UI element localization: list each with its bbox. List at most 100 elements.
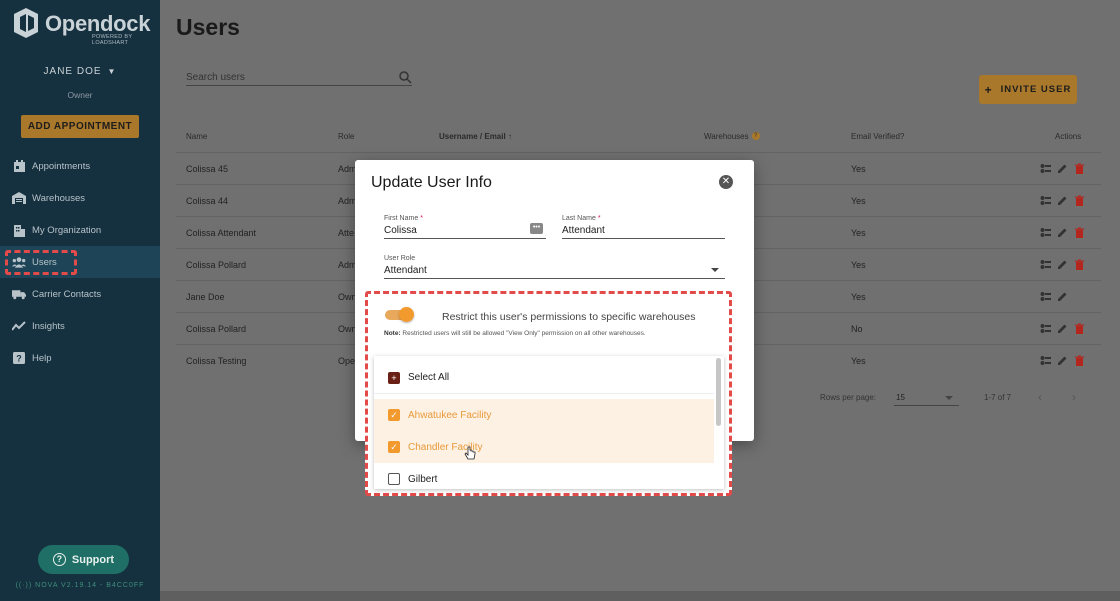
permissions-icon[interactable] [1040, 323, 1051, 334]
user-role-cell: Adm [338, 260, 357, 270]
version-label: ((·)) NOVA V2.19.14 - B4CC0FF [15, 582, 145, 589]
username-header-label: Username / Email [439, 132, 506, 141]
edit-icon[interactable] [1057, 323, 1068, 334]
sidebar-item-appointments[interactable]: Appointments [0, 150, 160, 182]
warehouse-option[interactable]: ✓ Ahwatukee Facility [374, 399, 714, 431]
permissions-icon[interactable] [1040, 259, 1051, 270]
sidebar-item-insights[interactable]: Insights [0, 310, 160, 342]
user-role: Owner [67, 90, 93, 100]
previous-page-icon[interactable]: ‹ [1038, 390, 1042, 404]
row-actions [1040, 259, 1088, 271]
row-actions [1040, 195, 1088, 207]
row-actions [1040, 163, 1088, 175]
edit-icon[interactable] [1057, 163, 1068, 174]
sidebar-item-label: Insights [32, 320, 65, 332]
edit-icon[interactable] [1057, 355, 1068, 366]
hand-cursor-icon [464, 446, 476, 460]
close-icon[interactable]: ✕ [719, 175, 733, 189]
delete-icon[interactable] [1074, 323, 1085, 334]
warehouse-option-label: Gilbert [408, 473, 438, 485]
checkbox-unchecked-icon[interactable] [388, 473, 400, 485]
opendock-logo[interactable]: Opendock POWERED BY LOADSHART [12, 8, 152, 46]
rows-per-page-label: Rows per page: [820, 393, 877, 402]
warehouse-option[interactable]: ✓ Chandler Facility [374, 431, 714, 463]
warehouses-header-label: Warehouses [704, 132, 749, 141]
sidebar-item-users[interactable]: Users [0, 246, 160, 278]
user-name-cell: Colissa 44 [186, 196, 229, 206]
edit-icon[interactable] [1057, 227, 1068, 238]
note-text: Restricted users will still be allowed "… [402, 330, 646, 337]
column-header-email-verified[interactable]: Email Verified? [851, 132, 904, 141]
restrict-label: Restrict this user's permissions to spec… [442, 311, 696, 323]
sidebar-item-my-organization[interactable]: My Organization [0, 214, 160, 246]
permissions-icon[interactable] [1040, 291, 1051, 302]
sidebar-item-warehouses[interactable]: Warehouses [0, 182, 160, 214]
permissions-icon[interactable] [1040, 163, 1051, 174]
permissions-icon[interactable] [1040, 227, 1051, 238]
select-all-label: Select All [408, 372, 450, 383]
warehouse-option[interactable]: Gilbert [374, 463, 714, 489]
modal-title: Update User Info [371, 174, 492, 191]
user-role-cell: Own [338, 324, 357, 334]
sidebar: Opendock POWERED BY LOADSHART JANE DOE ▼ … [0, 0, 160, 601]
user-role-select[interactable]: User Role Attendant [384, 255, 725, 279]
column-header-warehouses[interactable]: Warehouses? [704, 132, 760, 141]
delete-icon[interactable] [1074, 163, 1085, 174]
delete-icon[interactable] [1074, 259, 1085, 270]
checkbox-checked-icon[interactable]: ✓ [388, 409, 400, 421]
required-marker: * [597, 215, 601, 222]
required-marker: * [420, 215, 423, 222]
column-header-username[interactable]: Username / Email ↑ [439, 132, 512, 141]
search-input[interactable]: Search users [186, 70, 412, 86]
row-actions [1040, 227, 1088, 239]
chart-icon [12, 319, 26, 333]
sidebar-item-carrier-contacts[interactable]: Carrier Contacts [0, 278, 160, 310]
calendar-icon [12, 159, 26, 173]
warehouse-icon [12, 191, 26, 205]
first-name-field[interactable]: First Name * Colissa ••• [384, 215, 546, 239]
email-verified-cell: Yes [851, 164, 866, 174]
select-all-option[interactable]: + Select All [374, 362, 714, 394]
permissions-icon[interactable] [1040, 355, 1051, 366]
user-name: JANE DOE [43, 66, 102, 77]
email-verified-cell: Yes [851, 260, 866, 270]
delete-icon[interactable] [1074, 355, 1085, 366]
edit-icon[interactable] [1057, 195, 1068, 206]
search-icon[interactable] [399, 71, 412, 84]
support-button[interactable]: ? Support [38, 545, 129, 574]
version-text: NOVA V2.19.14 - B4CC0FF [35, 582, 145, 589]
invite-user-button[interactable]: + INVITE USER [979, 75, 1077, 104]
rows-per-page-select[interactable]: 15 [894, 390, 959, 406]
user-menu[interactable]: JANE DOE ▼ [0, 66, 160, 77]
caret-down-icon [945, 396, 953, 400]
note-prefix: Note: [384, 330, 401, 337]
user-name-cell: Colissa Pollard [186, 260, 247, 270]
plus-box-icon: + [388, 371, 400, 384]
arrow-up-icon: ↑ [507, 132, 512, 141]
add-appointment-button[interactable]: ADD APPOINTMENT [21, 115, 139, 138]
edit-icon[interactable] [1057, 291, 1068, 302]
checkbox-checked-icon[interactable]: ✓ [388, 441, 400, 453]
column-header-name[interactable]: Name [186, 132, 207, 141]
next-page-icon[interactable]: › [1072, 390, 1076, 404]
user-role-cell: Adm [338, 196, 357, 206]
user-role-label: User Role [384, 255, 416, 262]
sidebar-item-help[interactable]: ? Help [0, 342, 160, 374]
first-name-label-text: First Name [384, 215, 419, 222]
user-name-cell: Colissa Attendant [186, 228, 257, 238]
password-manager-icon[interactable]: ••• [530, 223, 543, 234]
info-icon[interactable]: ? [751, 132, 760, 140]
chevron-down-icon: ▼ [107, 67, 117, 76]
plus-icon: + [984, 82, 993, 97]
edit-icon[interactable] [1057, 259, 1068, 270]
last-name-field[interactable]: Last Name * Attendant [562, 215, 725, 239]
restrict-toggle[interactable] [385, 307, 414, 322]
column-header-role[interactable]: Role [338, 132, 354, 141]
support-label: Support [71, 553, 115, 566]
delete-icon[interactable] [1074, 195, 1085, 206]
scrollbar[interactable] [716, 358, 721, 426]
warehouse-list[interactable]: + Select All ✓ Ahwatukee Facility ✓ Chan… [374, 356, 724, 489]
permissions-icon[interactable] [1040, 195, 1051, 206]
delete-icon[interactable] [1074, 227, 1085, 238]
user-name-cell: Jane Doe [186, 292, 225, 302]
